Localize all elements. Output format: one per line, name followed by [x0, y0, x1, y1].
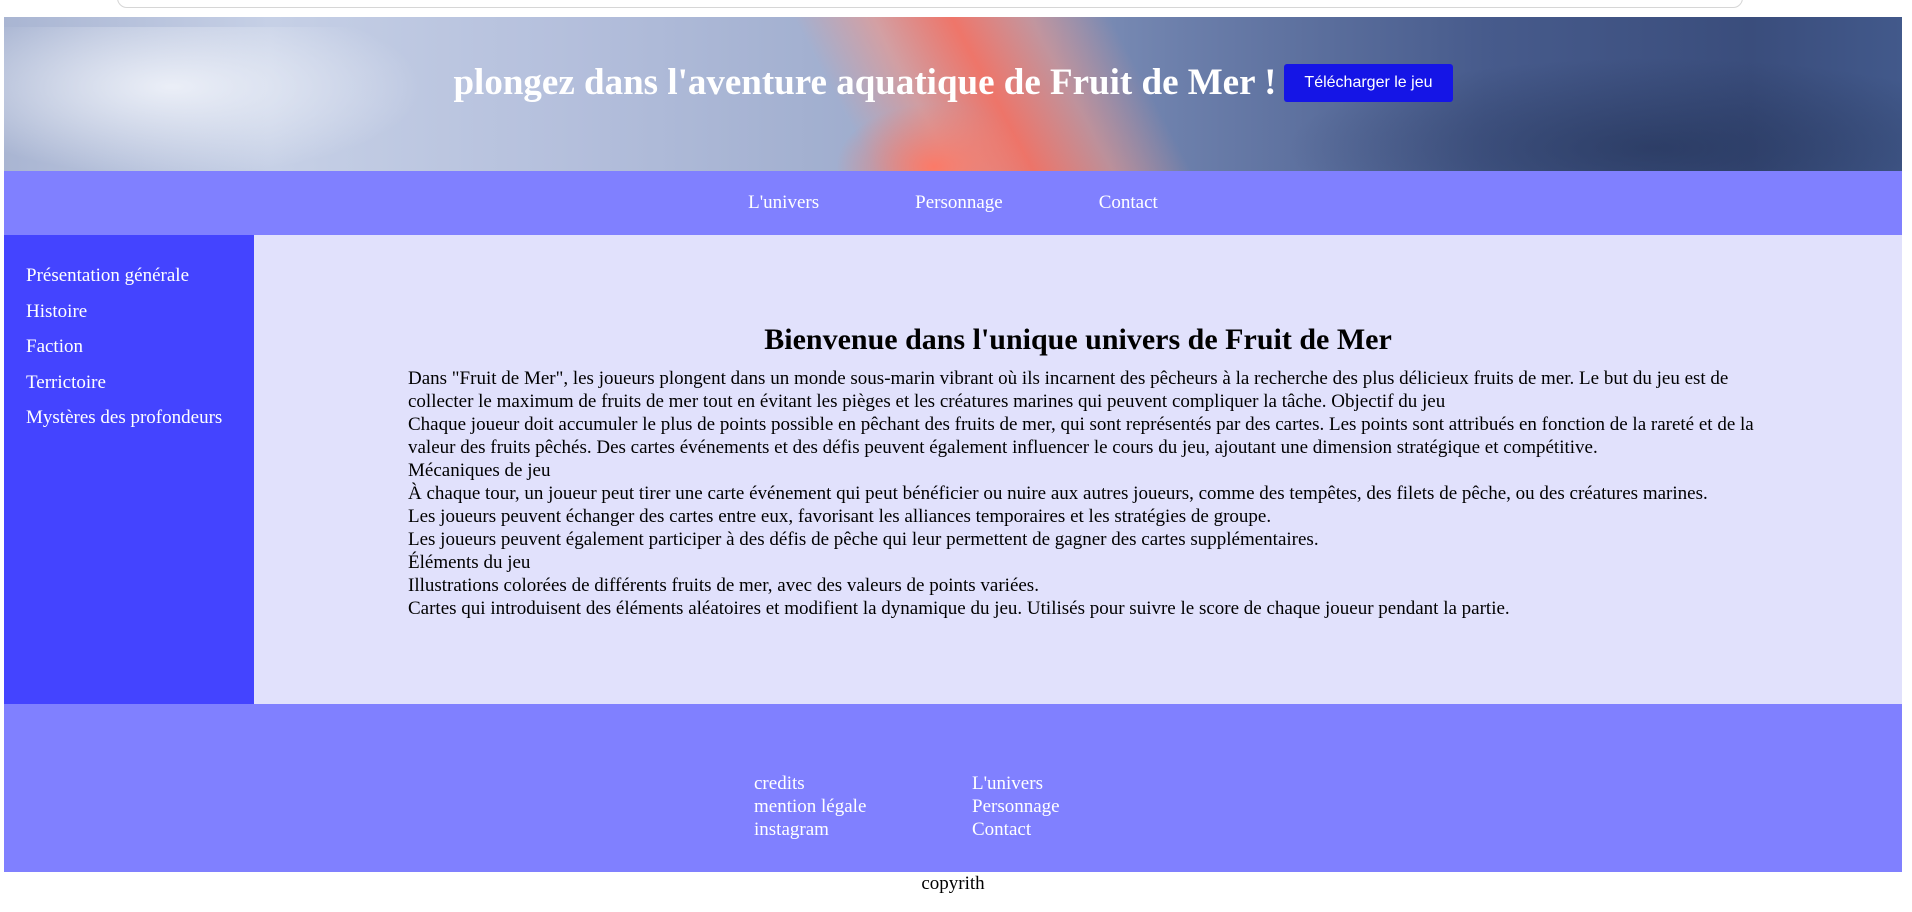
nav-link-univers[interactable]: L'univers: [748, 171, 819, 235]
footer-link-credits[interactable]: credits: [754, 772, 866, 795]
paragraph: Chaque joueur doit accumuler le plus de …: [408, 414, 1754, 458]
footer-column-nav: L'univers Personnage Contact: [972, 772, 1060, 841]
paragraph: Illustrations colorées de différents fru…: [408, 575, 1039, 596]
address-bar[interactable]: [117, 0, 1743, 8]
footer-link-mention-legale[interactable]: mention légale: [754, 795, 866, 818]
main-content: Bienvenue dans l'unique univers de Fruit…: [254, 235, 1902, 704]
paragraph: Cartes qui introduisent des éléments alé…: [408, 598, 1510, 619]
footer: credits mention légale instagram L'unive…: [4, 704, 1902, 872]
hero-banner: plongez dans l'aventure aquatique de Fru…: [4, 17, 1902, 171]
paragraph: Dans "Fruit de Mer", les joueurs plongen…: [408, 368, 1729, 412]
sidebar-item-histoire[interactable]: Histoire: [26, 301, 254, 337]
nav-link-personnage[interactable]: Personnage: [915, 171, 1003, 235]
footer-link-personnage[interactable]: Personnage: [972, 795, 1060, 818]
browser-top-edge: [0, 0, 1912, 17]
banner-content: plongez dans l'aventure aquatique de Fru…: [4, 61, 1902, 104]
page: plongez dans l'aventure aquatique de Fru…: [4, 17, 1902, 912]
sidebar-item-mysteres[interactable]: Mystères des profondeurs: [26, 407, 254, 443]
subheading: Mécaniques de jeu: [408, 460, 551, 481]
sidebar: Présentation générale Histoire Faction T…: [4, 235, 254, 704]
copyright-text: copyrith: [921, 873, 985, 894]
paragraph: Les joueurs peuvent échanger des cartes …: [408, 506, 1272, 527]
paragraph: Les joueurs peuvent également participer…: [408, 529, 1319, 550]
article-body: Dans "Fruit de Mer", les joueurs plongen…: [408, 367, 1760, 620]
footer-link-univers[interactable]: L'univers: [972, 772, 1060, 795]
top-navigation: L'univers Personnage Contact: [4, 171, 1902, 235]
footer-link-contact[interactable]: Contact: [972, 818, 1060, 841]
sidebar-item-territoire[interactable]: Terrictoire: [26, 372, 254, 408]
sidebar-item-presentation[interactable]: Présentation générale: [26, 265, 254, 301]
footer-column-info: credits mention légale instagram: [754, 772, 866, 841]
nav-link-contact[interactable]: Contact: [1099, 171, 1158, 235]
sidebar-list: Présentation générale Histoire Faction T…: [4, 235, 254, 443]
sidebar-item-faction[interactable]: Faction: [26, 336, 254, 372]
subheading: Éléments du jeu: [408, 552, 531, 573]
paragraph: À chaque tour, un joueur peut tirer une …: [408, 483, 1708, 504]
banner-title: plongez dans l'aventure aquatique de Fru…: [453, 62, 1277, 103]
footer-link-instagram[interactable]: instagram: [754, 818, 866, 841]
download-game-button[interactable]: Télécharger le jeu: [1284, 63, 1453, 102]
page-title: Bienvenue dans l'unique univers de Fruit…: [764, 323, 1392, 356]
